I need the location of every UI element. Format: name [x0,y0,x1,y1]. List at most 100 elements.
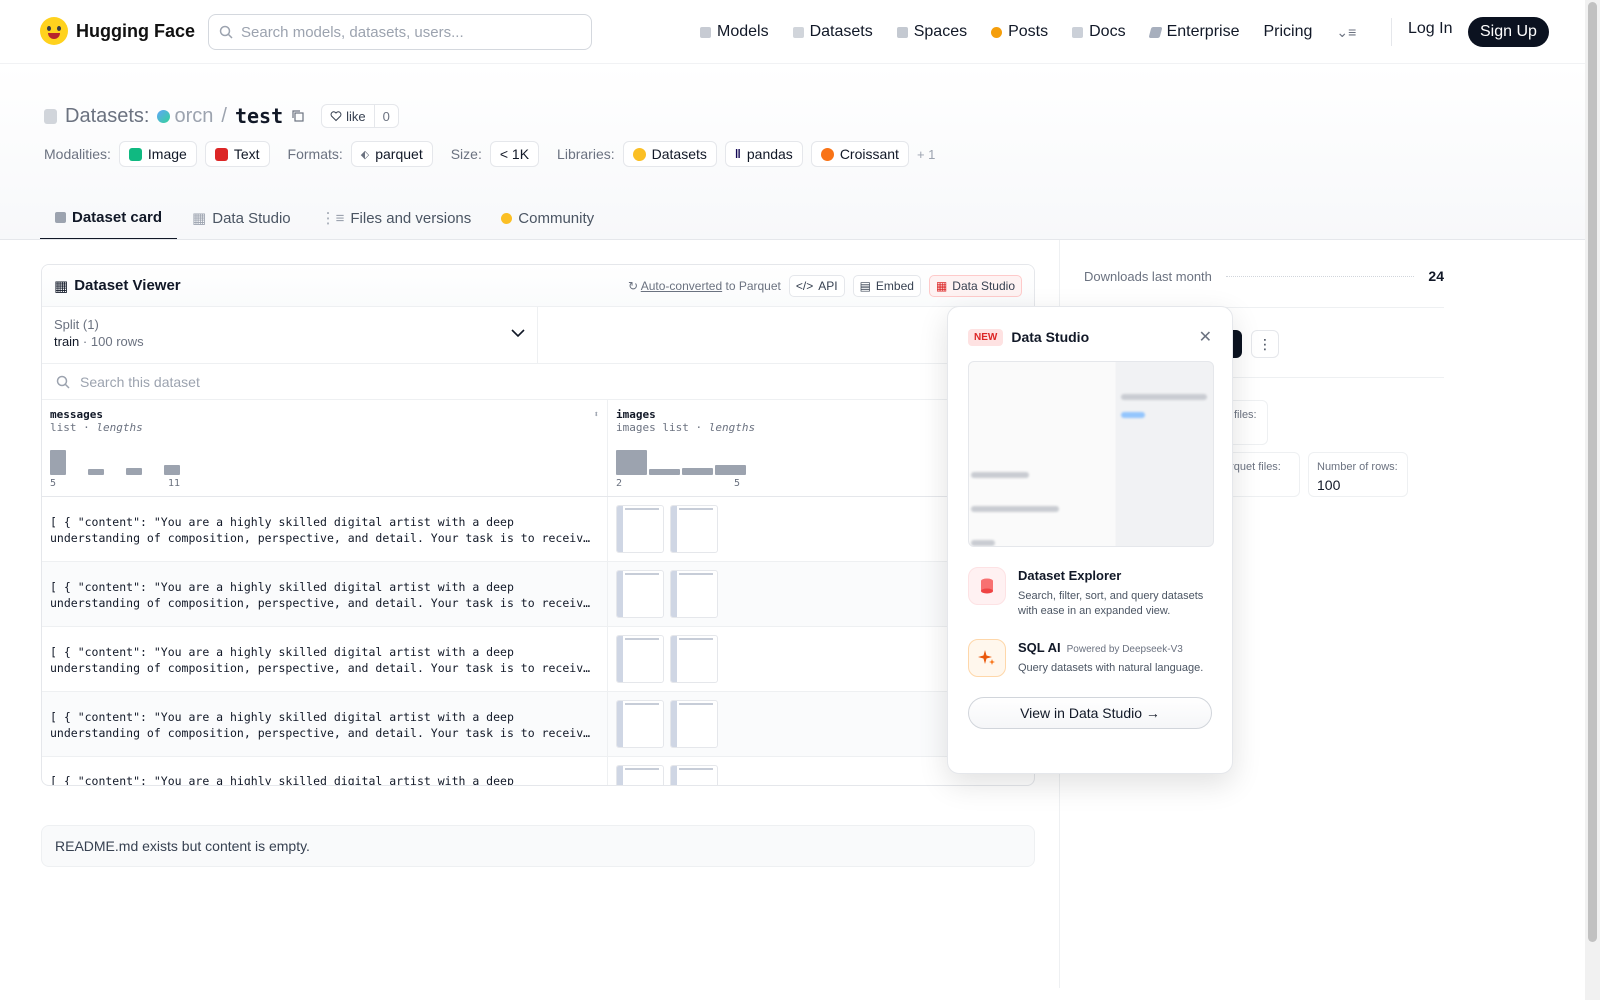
nav-divider [1391,18,1392,46]
image-thumbnail[interactable] [616,765,664,785]
dataset-viewer: ▦ Dataset Viewer ↻ Auto-converted to Parq… [41,264,1035,786]
parquet-icon: ⬖ [360,148,370,161]
histogram-bar[interactable] [616,450,647,475]
view-in-data-studio-button[interactable]: View in Data Studio → [968,697,1212,729]
global-search-input[interactable]: Search models, datasets, users... [208,14,592,50]
text-icon [214,147,228,161]
tab-files[interactable]: ⋮≡ Files and versions [306,196,487,240]
image-thumbnail[interactable] [616,700,664,748]
split-dropdown[interactable]: Split (1) train · 100 rows [42,307,538,363]
repo-name[interactable]: test [235,104,283,128]
split-rows: 100 rows [90,334,144,349]
image-thumbnail[interactable] [616,635,664,683]
embed-button[interactable]: ▤ Embed [852,274,921,297]
nav-enterprise[interactable]: Enterprise [1148,23,1239,41]
image-thumbnail[interactable] [670,765,718,785]
pandas-icon: ‖ [734,147,741,161]
tag-size[interactable]: < 1K [489,141,540,167]
messages-cell[interactable]: [ { "content": "You are a highly skilled… [42,627,608,691]
copy-icon[interactable] [291,109,305,123]
messages-cell[interactable]: [ { "content": "You are a highly skilled… [42,497,608,561]
nav-models[interactable]: Models [700,23,769,41]
posts-icon [991,26,1003,38]
histogram-bar[interactable] [88,469,104,475]
image-thumbnail[interactable] [616,505,664,553]
messages-cell[interactable]: [ { "content": "You are a highly skilled… [42,562,608,626]
images-cell[interactable] [608,757,726,785]
images-cell[interactable] [608,497,726,561]
messages-cell[interactable]: [ { "content": "You are a highly skilled… [42,757,608,785]
repo-slash: / [221,104,227,127]
histogram [50,450,180,475]
more-options-icon[interactable]: ⋮ [1251,330,1279,358]
chevron-down-icon [511,329,525,338]
data-studio-preview-image [968,361,1214,547]
images-cell[interactable] [608,562,726,626]
histogram-bar[interactable] [682,468,713,475]
tag-datasets[interactable]: Datasets [622,141,717,167]
sort-icon[interactable]: ⬍ [594,410,599,420]
dataset-card-icon [55,211,66,223]
image-thumbnail[interactable] [670,700,718,748]
table-row[interactable]: [ { "content": "You are a highly skilled… [42,757,1034,785]
image-thumbnail[interactable] [616,570,664,618]
nav-datasets[interactable]: Datasets [792,23,873,41]
embed-icon: ▤ [859,278,871,293]
nav-pricing[interactable]: Pricing [1263,23,1312,41]
repo-title: Datasets: orcn / test like 0 [44,104,399,128]
viewer-header: ▦ Dataset Viewer ↻ Auto-converted to Parq… [42,265,1034,307]
images-cell[interactable] [608,692,726,756]
images-cell[interactable] [608,627,726,691]
histogram-bar[interactable] [715,465,746,475]
nav-posts[interactable]: Posts [991,23,1048,41]
like-button[interactable]: like 0 [321,104,399,128]
column-messages[interactable]: messages list · lengths ⬍ 5 11 [42,400,608,496]
powered-by: Powered by Deepseek-V3 [1066,644,1183,655]
tag-pandas[interactable]: ‖ pandas [724,141,803,167]
tab-community[interactable]: Community [486,196,609,240]
table-body: [ { "content": "You are a highly skilled… [42,497,1034,785]
login-button[interactable]: Log In [1408,20,1452,38]
nav-more-menu[interactable]: ⌄≡ [1336,24,1356,41]
column-headers: messages list · lengths ⬍ 5 11 images im… [42,400,1034,497]
models-icon [700,26,711,38]
libraries-label: Libraries: [557,146,615,162]
more-libraries[interactable]: + 1 [917,147,935,162]
repo-section[interactable]: Datasets: [65,105,149,128]
signup-button[interactable]: Sign Up [1468,17,1549,47]
messages-cell[interactable]: [ { "content": "You are a highly skilled… [42,692,608,756]
image-thumbnail[interactable] [670,505,718,553]
tab-data-studio[interactable]: ▦ Data Studio [177,196,306,240]
data-studio-button[interactable]: ▦ Data Studio [928,274,1022,297]
api-button[interactable]: </> API [788,274,845,297]
tab-dataset-card[interactable]: Dataset card [40,196,178,240]
nav-spaces[interactable]: Spaces [896,23,967,41]
tag-croissant[interactable]: Croissant [810,141,909,167]
histogram-bar[interactable] [126,468,142,475]
page-scrollbar[interactable] [1585,0,1600,1000]
dataset-icon [44,108,57,124]
repo-owner-link[interactable]: orcn [157,105,213,128]
scrollbar-thumb[interactable] [1588,2,1597,942]
hf-logo[interactable]: Hugging Face [40,17,195,45]
histogram-bar[interactable] [164,465,180,475]
tag-parquet[interactable]: ⬖ parquet [350,141,433,167]
table-row[interactable]: [ { "content": "You are a highly skilled… [42,562,1034,627]
table-row[interactable]: [ { "content": "You are a highly skilled… [42,692,1034,757]
image-thumbnail[interactable] [670,635,718,683]
tag-text[interactable]: Text [204,141,270,167]
table-row[interactable]: [ { "content": "You are a highly skilled… [42,627,1034,692]
image-icon [128,147,142,161]
histogram-bar[interactable] [649,469,680,475]
tag-image[interactable]: Image [118,141,197,167]
datasets-lib-icon [632,147,646,161]
nav-docs[interactable]: Docs [1072,23,1126,41]
auto-converted-link[interactable]: Auto-converted [641,279,722,293]
image-thumbnail[interactable] [670,570,718,618]
menu-icon: ⌄≡ [1336,23,1357,40]
viewer-title: Dataset Viewer [74,277,181,294]
dataset-search-input[interactable]: Search this dataset [42,364,1034,400]
table-row[interactable]: [ { "content": "You are a highly skilled… [42,497,1034,562]
histogram-bar[interactable] [50,450,66,475]
close-icon[interactable]: ✕ [1199,327,1212,347]
